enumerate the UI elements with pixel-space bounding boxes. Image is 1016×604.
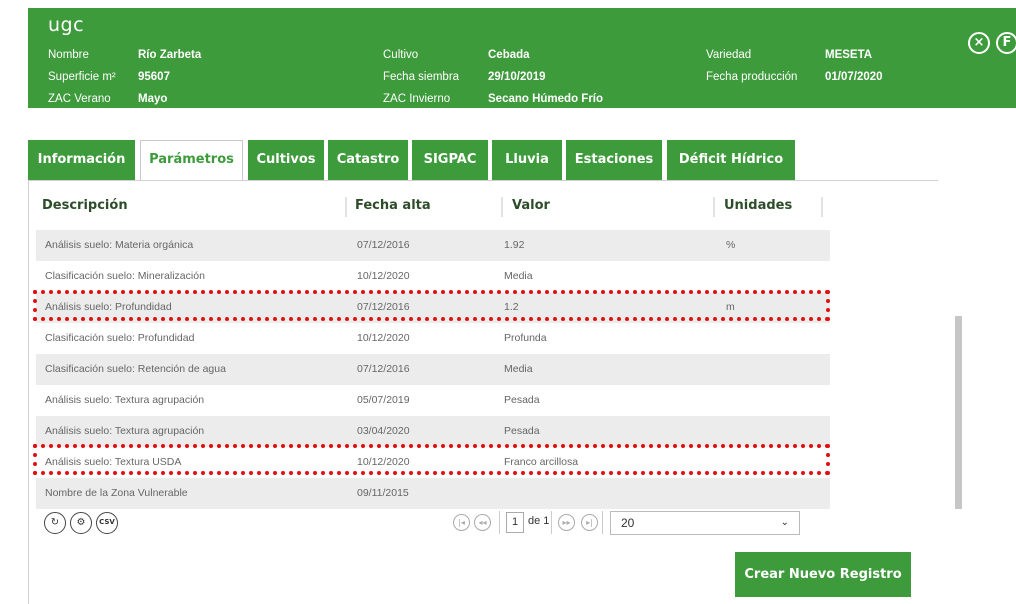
cell-fecha-alta: 10/12/2020 xyxy=(357,270,410,282)
column-separator xyxy=(713,197,715,217)
save-icon[interactable]: F xyxy=(996,32,1016,54)
cell-valor: Media xyxy=(504,270,533,282)
field-value-nombre: Río Zarbeta xyxy=(138,49,202,61)
cell-valor: Pesada xyxy=(504,394,540,406)
cell-valor: 1.92 xyxy=(504,239,525,251)
field-label-nombre: Nombre xyxy=(48,49,89,61)
table-row[interactable]: Análisis suelo: Materia orgánica 07/12/2… xyxy=(36,230,830,261)
field-value-superficie: 95607 xyxy=(138,71,170,83)
field-value-fecha-produccion: 01/07/2020 xyxy=(825,71,883,83)
highlight-profundidad-row xyxy=(33,290,830,321)
page-number-input[interactable]: 1 xyxy=(506,512,524,533)
tab-sigpac[interactable]: SIGPAC xyxy=(412,140,488,180)
pager-separator xyxy=(499,511,500,534)
field-value-variedad: MESETA xyxy=(825,49,873,61)
cell-descripcion: Clasificación suelo: Mineralización xyxy=(45,270,205,282)
pager-separator xyxy=(602,511,603,534)
cell-fecha-alta: 09/11/2015 xyxy=(357,487,409,499)
field-label-zac-invierno: ZAC Invierno xyxy=(383,93,451,105)
cell-unidades: % xyxy=(726,239,736,251)
field-value-zac-verano: Mayo xyxy=(138,93,168,105)
refresh-icon[interactable]: ↻ xyxy=(44,512,66,534)
record-header: ugc Nombre Río Zarbeta Superficie m² 956… xyxy=(28,8,1016,108)
tab-cultivos[interactable]: Cultivos xyxy=(248,140,324,180)
csv-export-icon[interactable]: CSV xyxy=(96,512,118,534)
page-of-label: de 1 xyxy=(528,515,550,527)
pager-separator xyxy=(551,511,552,534)
column-valor[interactable]: Valor xyxy=(512,198,550,213)
panel-border xyxy=(28,180,29,604)
field-value-zac-invierno: Secano Húmedo Frío xyxy=(488,93,604,105)
column-fecha-alta[interactable]: Fecha alta xyxy=(355,198,431,213)
field-label-fecha-produccion: Fecha producción xyxy=(706,71,798,83)
table-row[interactable]: Análisis suelo: Textura agrupación 05/07… xyxy=(36,385,830,416)
field-label-superficie: Superficie m² xyxy=(48,71,116,83)
cell-descripcion: Clasificación suelo: Retención de agua xyxy=(45,363,226,375)
grid-header: Descripción Fecha alta Valor Unidades xyxy=(36,188,830,228)
table-row[interactable]: Clasificación suelo: Retención de agua 0… xyxy=(36,354,830,385)
vertical-scrollbar[interactable] xyxy=(955,316,962,509)
table-row[interactable]: Clasificación suelo: Profundidad 10/12/2… xyxy=(36,323,830,354)
tab-deficit-hidrico[interactable]: Déficit Hídrico xyxy=(667,140,795,180)
field-value-cultivo: Cebada xyxy=(488,49,530,61)
tab-informacion[interactable]: Información xyxy=(28,140,135,180)
cell-descripcion: Nombre de la Zona Vulnerable xyxy=(45,487,188,499)
page-size-value: 20 xyxy=(621,516,635,530)
app-title: ugc xyxy=(48,14,85,36)
column-unidades[interactable]: Unidades xyxy=(724,198,792,213)
page-size-select[interactable]: 20 ⌄ xyxy=(610,511,800,535)
tab-divider xyxy=(28,180,938,181)
cell-valor: Media xyxy=(504,363,533,375)
cell-descripcion: Clasificación suelo: Profundidad xyxy=(45,332,195,344)
field-label-fecha-siembra: Fecha siembra xyxy=(383,71,460,83)
create-record-button[interactable]: Crear Nuevo Registro xyxy=(735,552,911,597)
tab-estaciones[interactable]: Estaciones xyxy=(566,140,662,180)
cell-valor: Profunda xyxy=(504,332,547,344)
close-icon[interactable]: × xyxy=(968,32,990,54)
column-separator xyxy=(821,197,823,217)
field-label-variedad: Variedad xyxy=(706,49,752,61)
column-separator xyxy=(345,197,347,217)
gear-icon[interactable]: ⚙ xyxy=(70,512,92,534)
cell-fecha-alta: 05/07/2019 xyxy=(357,394,410,406)
tab-catastro[interactable]: Catastro xyxy=(328,140,408,180)
cell-descripcion: Análisis suelo: Materia orgánica xyxy=(45,239,194,251)
cell-fecha-alta: 10/12/2020 xyxy=(357,332,410,344)
table-row[interactable]: Nombre de la Zona Vulnerable 09/11/2015 xyxy=(36,478,830,509)
highlight-textura-usda-row xyxy=(33,444,830,475)
tab-lluvia[interactable]: Lluvia xyxy=(492,140,562,180)
previous-page-icon[interactable]: ◂◂ xyxy=(474,514,491,531)
cell-fecha-alta: 07/12/2016 xyxy=(357,363,410,375)
first-page-icon[interactable]: |◂ xyxy=(453,514,470,531)
field-label-zac-verano: ZAC Verano xyxy=(48,93,111,105)
cell-fecha-alta: 07/12/2016 xyxy=(357,239,410,251)
column-separator xyxy=(501,197,503,217)
column-descripcion[interactable]: Descripción xyxy=(42,198,128,213)
cell-fecha-alta: 03/04/2020 xyxy=(357,425,410,437)
next-page-icon[interactable]: ▸▸ xyxy=(558,514,575,531)
cell-descripcion: Análisis suelo: Textura agrupación xyxy=(45,394,205,406)
field-label-cultivo: Cultivo xyxy=(383,49,419,61)
table-row[interactable]: Análisis suelo: Textura agrupación 03/04… xyxy=(36,416,830,447)
chevron-down-icon: ⌄ xyxy=(780,517,789,528)
tab-parametros[interactable]: Parámetros xyxy=(140,140,243,180)
cell-descripcion: Análisis suelo: Textura agrupación xyxy=(45,425,205,437)
table-row[interactable]: Clasificación suelo: Mineralización 10/1… xyxy=(36,261,830,292)
cell-valor: Pesada xyxy=(504,425,540,437)
field-value-fecha-siembra: 29/10/2019 xyxy=(488,71,546,83)
last-page-icon[interactable]: ▸| xyxy=(581,514,598,531)
